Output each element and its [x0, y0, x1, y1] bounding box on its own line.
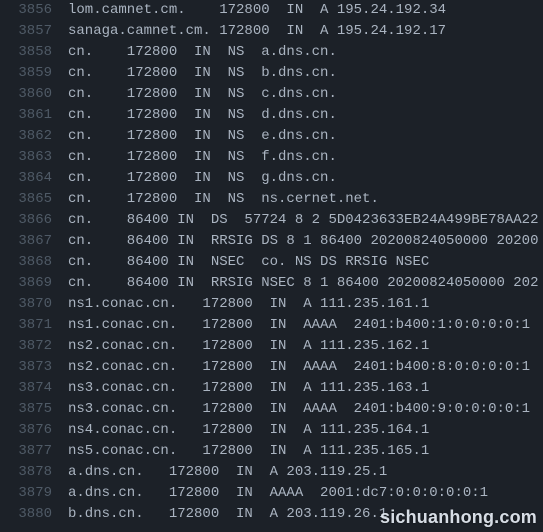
line-number: 3860: [0, 84, 68, 105]
line-number: 3878: [0, 462, 68, 483]
line-number: 3862: [0, 126, 68, 147]
line-number: 3870: [0, 294, 68, 315]
line-content: cn. 172800 IN NS f.dns.cn.: [68, 147, 337, 168]
line-content: ns1.conac.cn. 172800 IN AAAA 2401:b400:1…: [68, 315, 530, 336]
line-content: cn. 172800 IN NS c.dns.cn.: [68, 84, 337, 105]
line-number: 3872: [0, 336, 68, 357]
line-content: cn. 172800 IN NS e.dns.cn.: [68, 126, 337, 147]
code-line: 3866cn. 86400 IN DS 57724 8 2 5D0423633E…: [0, 210, 543, 231]
line-content: lom.camnet.cm. 172800 IN A 195.24.192.34: [68, 0, 446, 21]
line-content: ns3.conac.cn. 172800 IN AAAA 2401:b400:9…: [68, 399, 530, 420]
code-line: 3863cn. 172800 IN NS f.dns.cn.: [0, 147, 543, 168]
line-content: cn. 86400 IN RRSIG NSEC 8 1 86400 202008…: [68, 273, 538, 294]
line-number: 3869: [0, 273, 68, 294]
line-content: a.dns.cn. 172800 IN A 203.119.25.1: [68, 462, 387, 483]
line-content: sanaga.camnet.cm. 172800 IN A 195.24.192…: [68, 21, 446, 42]
code-line: 3871ns1.conac.cn. 172800 IN AAAA 2401:b4…: [0, 315, 543, 336]
code-line: 3858cn. 172800 IN NS a.dns.cn.: [0, 42, 543, 63]
line-content: cn. 172800 IN NS d.dns.cn.: [68, 105, 337, 126]
line-content: cn. 86400 IN NSEC co. NS DS RRSIG NSEC: [68, 252, 429, 273]
line-number: 3858: [0, 42, 68, 63]
line-number: 3856: [0, 0, 68, 21]
watermark: sichuanhong.com: [380, 507, 537, 528]
code-line: 3872ns2.conac.cn. 172800 IN A 111.235.16…: [0, 336, 543, 357]
line-content: ns2.conac.cn. 172800 IN AAAA 2401:b400:8…: [68, 357, 530, 378]
line-number: 3868: [0, 252, 68, 273]
line-number: 3861: [0, 105, 68, 126]
line-number: 3880: [0, 504, 68, 525]
code-line: 3861cn. 172800 IN NS d.dns.cn.: [0, 105, 543, 126]
code-line: 3875ns3.conac.cn. 172800 IN AAAA 2401:b4…: [0, 399, 543, 420]
code-line: 3867cn. 86400 IN RRSIG DS 8 1 86400 2020…: [0, 231, 543, 252]
line-content: b.dns.cn. 172800 IN A 203.119.26.1: [68, 504, 387, 525]
line-content: cn. 172800 IN NS b.dns.cn.: [68, 63, 337, 84]
line-number: 3873: [0, 357, 68, 378]
line-number: 3871: [0, 315, 68, 336]
code-line: 3877ns5.conac.cn. 172800 IN A 111.235.16…: [0, 441, 543, 462]
code-line: 3856lom.camnet.cm. 172800 IN A 195.24.19…: [0, 0, 543, 21]
line-content: cn. 86400 IN RRSIG DS 8 1 86400 20200824…: [68, 231, 538, 252]
line-content: a.dns.cn. 172800 IN AAAA 2001:dc7:0:0:0:…: [68, 483, 488, 504]
line-content: cn. 172800 IN NS a.dns.cn.: [68, 42, 337, 63]
code-line: 3862cn. 172800 IN NS e.dns.cn.: [0, 126, 543, 147]
line-content: cn. 86400 IN DS 57724 8 2 5D0423633EB24A…: [68, 210, 538, 231]
line-content: cn. 172800 IN NS g.dns.cn.: [68, 168, 337, 189]
line-content: ns1.conac.cn. 172800 IN A 111.235.161.1: [68, 294, 429, 315]
code-line: 3869cn. 86400 IN RRSIG NSEC 8 1 86400 20…: [0, 273, 543, 294]
line-number: 3859: [0, 63, 68, 84]
code-line: 3874ns3.conac.cn. 172800 IN A 111.235.16…: [0, 378, 543, 399]
line-content: ns2.conac.cn. 172800 IN A 111.235.162.1: [68, 336, 429, 357]
line-number: 3879: [0, 483, 68, 504]
code-block: 3856lom.camnet.cm. 172800 IN A 195.24.19…: [0, 0, 543, 525]
code-line: 3864cn. 172800 IN NS g.dns.cn.: [0, 168, 543, 189]
code-line: 3873ns2.conac.cn. 172800 IN AAAA 2401:b4…: [0, 357, 543, 378]
line-number: 3867: [0, 231, 68, 252]
code-line: 3857sanaga.camnet.cm. 172800 IN A 195.24…: [0, 21, 543, 42]
code-line: 3870ns1.conac.cn. 172800 IN A 111.235.16…: [0, 294, 543, 315]
code-line: 3879a.dns.cn. 172800 IN AAAA 2001:dc7:0:…: [0, 483, 543, 504]
code-line: 3868cn. 86400 IN NSEC co. NS DS RRSIG NS…: [0, 252, 543, 273]
line-content: cn. 172800 IN NS ns.cernet.net.: [68, 189, 379, 210]
line-content: ns4.conac.cn. 172800 IN A 111.235.164.1: [68, 420, 429, 441]
code-line: 3876ns4.conac.cn. 172800 IN A 111.235.16…: [0, 420, 543, 441]
line-number: 3863: [0, 147, 68, 168]
line-number: 3864: [0, 168, 68, 189]
code-line: 3865cn. 172800 IN NS ns.cernet.net.: [0, 189, 543, 210]
line-number: 3865: [0, 189, 68, 210]
line-content: ns3.conac.cn. 172800 IN A 111.235.163.1: [68, 378, 429, 399]
line-number: 3857: [0, 21, 68, 42]
line-number: 3877: [0, 441, 68, 462]
line-number: 3875: [0, 399, 68, 420]
code-line: 3860cn. 172800 IN NS c.dns.cn.: [0, 84, 543, 105]
code-line: 3859cn. 172800 IN NS b.dns.cn.: [0, 63, 543, 84]
code-line: 3878a.dns.cn. 172800 IN A 203.119.25.1: [0, 462, 543, 483]
line-number: 3866: [0, 210, 68, 231]
line-number: 3876: [0, 420, 68, 441]
line-content: ns5.conac.cn. 172800 IN A 111.235.165.1: [68, 441, 429, 462]
line-number: 3874: [0, 378, 68, 399]
